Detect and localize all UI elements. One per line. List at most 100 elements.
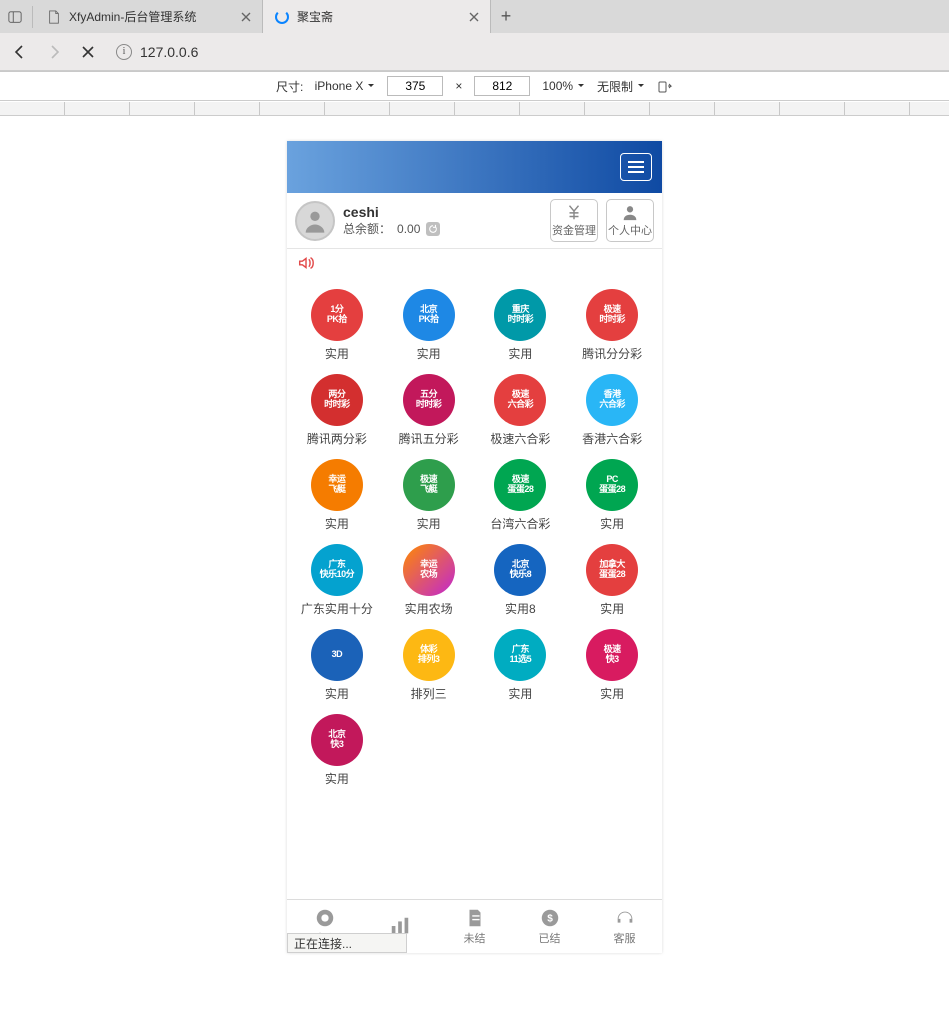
new-tab-button[interactable]: + <box>491 0 521 33</box>
game-grid: 1分PK拾实用北京PK拾实用重庆时时彩实用极速时时彩腾讯分分彩两分时时彩腾讯两分… <box>291 283 658 793</box>
avatar[interactable] <box>295 201 335 241</box>
game-item-9[interactable]: 极速飞艇实用 <box>383 453 475 538</box>
url-field[interactable]: i 127.0.0.6 <box>108 38 206 66</box>
device-name: iPhone X <box>315 79 364 93</box>
browser-chrome: XfyAdmin-后台管理系统 聚宝斋 + i 127.0.0.6 <box>0 0 949 71</box>
game-ball-icon: 极速时时彩 <box>586 289 638 341</box>
refresh-balance-button[interactable] <box>426 222 440 236</box>
game-label: 腾讯两分彩 <box>307 430 367 447</box>
game-item-3[interactable]: 极速时时彩腾讯分分彩 <box>566 283 658 368</box>
game-item-4[interactable]: 两分时时彩腾讯两分彩 <box>291 368 383 453</box>
close-icon[interactable] <box>468 11 480 23</box>
svg-text:$: $ <box>547 914 553 925</box>
tab-title: XfyAdmin-后台管理系统 <box>69 8 232 25</box>
tab-title: 聚宝斋 <box>297 8 460 25</box>
forward-button[interactable] <box>40 38 68 66</box>
game-item-16[interactable]: 3D实用 <box>291 623 383 708</box>
nav-settled[interactable]: $ 已结 <box>512 900 587 953</box>
bottom-nav: 购彩 未结 $ 已结 客服 正在连接... <box>287 899 662 953</box>
game-ball-icon: 极速飞艇 <box>403 459 455 511</box>
back-button[interactable] <box>6 38 34 66</box>
game-item-6[interactable]: 极速六合彩极速六合彩 <box>475 368 567 453</box>
refresh-icon <box>428 224 438 234</box>
game-ball-icon: 两分时时彩 <box>311 374 363 426</box>
game-item-0[interactable]: 1分PK拾实用 <box>291 283 383 368</box>
nav-service[interactable]: 客服 <box>587 900 662 953</box>
game-label: 实用 <box>325 345 349 362</box>
game-label: 台湾六合彩 <box>490 515 550 532</box>
page-icon <box>47 10 61 24</box>
doc-icon <box>464 907 486 929</box>
game-item-19[interactable]: 极速快3 实用 <box>566 623 658 708</box>
caret-down-icon <box>637 82 645 90</box>
game-ball-icon: 五分时时彩 <box>403 374 455 426</box>
game-label: 香港六合彩 <box>582 430 642 447</box>
game-label: 腾讯分分彩 <box>582 345 642 362</box>
stop-reload-button[interactable] <box>74 38 102 66</box>
yen-icon <box>565 203 583 221</box>
mobile-viewport: ceshi 总余额： 0.00 资金管理 个人中心 1分PK拾实用北京PK拾实用… <box>287 141 662 953</box>
status-text: 正在连接... <box>294 935 352 952</box>
game-ball-icon: 3D <box>311 629 363 681</box>
game-label: 实用 <box>600 685 624 702</box>
game-ball-icon: 广东快乐10分 <box>311 544 363 596</box>
game-label: 广东实用十分 <box>301 600 373 617</box>
game-ball-icon: 体彩排列3 <box>403 629 455 681</box>
game-item-13[interactable]: 幸运农场实用农场 <box>383 538 475 623</box>
menu-button[interactable] <box>620 153 652 181</box>
balance-label: 总余额： <box>343 220 391 237</box>
game-item-14[interactable]: 北京快乐8实用8 <box>475 538 567 623</box>
nav-unsettled[interactable]: 未结 <box>437 900 512 953</box>
game-item-15[interactable]: 加拿大蛋蛋28 实用 <box>566 538 658 623</box>
game-label: 实用 <box>600 600 624 617</box>
game-item-5[interactable]: 五分时时彩腾讯五分彩 <box>383 368 475 453</box>
game-item-20[interactable]: 北京快3实用 <box>291 708 383 793</box>
width-input[interactable] <box>387 76 443 96</box>
height-input[interactable] <box>474 76 530 96</box>
user-name: ceshi <box>343 204 542 220</box>
browser-tab-jubao[interactable]: 聚宝斋 <box>263 0 491 33</box>
speaker-icon[interactable] <box>297 254 315 272</box>
game-ball-icon: 幸运农场 <box>403 544 455 596</box>
device-size-dropdown[interactable]: 尺寸: iPhone X <box>276 78 375 95</box>
balance-value: 0.00 <box>397 222 420 236</box>
game-item-18[interactable]: 广东11选5实用 <box>475 623 567 708</box>
caret-down-icon <box>367 82 375 90</box>
profile-center-button[interactable]: 个人中心 <box>606 199 654 242</box>
game-grid-area[interactable]: 1分PK拾实用北京PK拾实用重庆时时彩实用极速时时彩腾讯分分彩两分时时彩腾讯两分… <box>287 277 662 899</box>
game-item-12[interactable]: 广东快乐10分广东实用十分 <box>291 538 383 623</box>
status-bar: 正在连接... <box>287 933 407 953</box>
user-info-row: ceshi 总余额： 0.00 资金管理 个人中心 <box>287 193 662 249</box>
game-item-11[interactable]: PC蛋蛋28实用 <box>566 453 658 538</box>
game-item-7[interactable]: 香港六合彩香港六合彩 <box>566 368 658 453</box>
user-balance: 总余额： 0.00 <box>343 220 542 237</box>
window-controls <box>0 10 30 24</box>
nav-label: 已结 <box>539 930 561 946</box>
game-ball-icon: 幸运飞艇 <box>311 459 363 511</box>
game-ball-icon: 香港六合彩 <box>586 374 638 426</box>
site-info-icon[interactable]: i <box>116 44 132 60</box>
rotate-icon[interactable] <box>657 78 673 94</box>
game-ball-icon: 重庆时时彩 <box>494 289 546 341</box>
throttle-dropdown[interactable]: 无限制 <box>597 78 645 95</box>
game-label: 实用 <box>325 515 349 532</box>
browser-tab-xfyadmin[interactable]: XfyAdmin-后台管理系统 <box>35 0 263 33</box>
fund-management-button[interactable]: 资金管理 <box>550 199 598 242</box>
coin-icon: $ <box>539 907 561 929</box>
game-ball-icon: 加拿大蛋蛋28 <box>586 544 638 596</box>
profile-label: 个人中心 <box>608 222 652 238</box>
game-item-2[interactable]: 重庆时时彩实用 <box>475 283 567 368</box>
game-label: 实用 <box>417 515 441 532</box>
sidebar-toggle-icon[interactable] <box>8 10 22 24</box>
zoom-dropdown[interactable]: 100% <box>542 79 585 93</box>
hamburger-icon <box>627 160 645 174</box>
zoom-value: 100% <box>542 79 573 93</box>
game-label: 实用 <box>325 770 349 787</box>
nav-label: 客服 <box>614 930 636 946</box>
game-item-17[interactable]: 体彩排列3排列三 <box>383 623 475 708</box>
game-item-10[interactable]: 极速蛋蛋28台湾六合彩 <box>475 453 567 538</box>
game-item-8[interactable]: 幸运飞艇实用 <box>291 453 383 538</box>
close-icon[interactable] <box>240 11 252 23</box>
game-item-1[interactable]: 北京PK拾实用 <box>383 283 475 368</box>
game-ball-icon: 极速快3 <box>586 629 638 681</box>
